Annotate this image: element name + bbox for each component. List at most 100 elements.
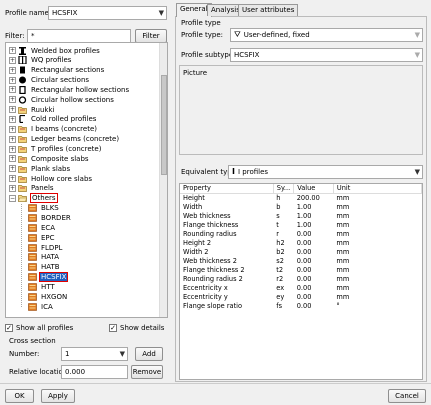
expand-icon[interactable]: + xyxy=(9,86,16,94)
profile-type-combo[interactable]: ⛛ User-defined, fixed ▼ xyxy=(230,28,423,42)
expand-icon[interactable]: + xyxy=(9,175,16,183)
tree-item-profile[interactable]: ICA xyxy=(28,302,54,311)
remove-button[interactable]: Remove xyxy=(131,365,163,379)
value-cell[interactable]: 1.00 xyxy=(294,212,334,221)
value-cell[interactable]: 1.00 xyxy=(294,221,334,230)
chevron-down-icon[interactable]: ▼ xyxy=(415,49,420,61)
value-cell[interactable]: 0.00 xyxy=(294,284,334,293)
value-cell[interactable]: 0.00 xyxy=(294,248,334,257)
relative-location-input[interactable]: 0.000 xyxy=(61,365,128,379)
value-cell[interactable]: 0.00 xyxy=(294,266,334,275)
tree-item-profile[interactable]: HTT xyxy=(28,282,56,291)
table-row[interactable]: Width 2 b2 0.00 mm xyxy=(180,248,422,257)
tree-item-category[interactable]: + Composite slabs xyxy=(9,154,90,163)
tree-item-profile[interactable]: HATA xyxy=(28,253,60,262)
filter-input[interactable]: * xyxy=(27,29,131,43)
collapse-icon[interactable]: − xyxy=(9,194,16,202)
table-row[interactable]: Height h 200.00 mm xyxy=(180,194,422,204)
tree-item-category[interactable]: + Plank slabs xyxy=(9,164,71,173)
add-button[interactable]: Add xyxy=(135,347,163,361)
expand-icon[interactable]: + xyxy=(9,125,16,133)
tree-item-profile[interactable]: FLDPL xyxy=(28,243,63,252)
tree-item-category[interactable]: + Rectangular sections xyxy=(9,66,105,75)
table-row[interactable]: Flange slope ratio fs 0.00 ° xyxy=(180,302,422,311)
expand-icon[interactable]: + xyxy=(9,115,16,123)
chevron-down-icon[interactable]: ▼ xyxy=(415,166,420,178)
expand-icon[interactable]: + xyxy=(9,47,16,54)
expand-icon[interactable]: + xyxy=(9,66,16,74)
tree-item-profile[interactable]: HXGON xyxy=(28,292,68,301)
equivalent-type-combo[interactable]: I I profiles ▼ xyxy=(228,165,423,179)
filter-button[interactable]: Filter xyxy=(135,29,167,43)
value-cell[interactable]: 0.00 xyxy=(294,302,334,311)
expand-icon[interactable]: + xyxy=(9,135,16,143)
expand-icon[interactable]: + xyxy=(9,155,16,163)
number-combo[interactable]: 1 ▼ xyxy=(61,347,128,361)
tree-item-category[interactable]: + Rectangular hollow sections xyxy=(9,85,130,94)
expand-icon[interactable]: + xyxy=(9,56,16,64)
table-row[interactable]: Height 2 h2 0.00 mm xyxy=(180,239,422,248)
value-cell[interactable]: 1.00 xyxy=(294,203,334,212)
column-header[interactable]: Sy... xyxy=(273,184,295,194)
expand-icon[interactable]: + xyxy=(9,145,16,153)
chevron-down-icon[interactable]: ▼ xyxy=(120,348,125,360)
tree-item-category[interactable]: + Ruukki xyxy=(9,105,55,114)
tree-item-category[interactable]: + Circular hollow sections xyxy=(9,95,115,104)
properties-table[interactable]: Property Sy... Value Unit Height h 200.00 mm Wi… xyxy=(179,183,423,380)
tree-item-category[interactable]: − Others xyxy=(9,193,58,204)
tree-item-profile[interactable]: HCSFIX xyxy=(28,272,69,283)
tree-item-category[interactable]: + I beams (concrete) xyxy=(9,125,98,134)
table-row[interactable]: Eccentricity x ex 0.00 mm xyxy=(180,284,422,293)
tree-item-profile[interactable]: BORDER xyxy=(28,213,72,222)
table-row[interactable]: Web thickness s 1.00 mm xyxy=(180,212,422,221)
value-cell[interactable]: 0.00 xyxy=(294,293,334,302)
table-row[interactable]: Web thickness 2 s2 0.00 mm xyxy=(180,257,422,266)
profile-name-combo[interactable]: HCSFIX ▼ xyxy=(48,6,167,20)
value-cell[interactable]: 0.00 xyxy=(294,275,334,284)
expand-icon[interactable]: + xyxy=(9,76,16,84)
ok-button[interactable]: OK xyxy=(5,389,34,403)
tree-item-category[interactable]: + Circular sections xyxy=(9,76,90,85)
tree-item-category[interactable]: + Welded box profiles xyxy=(9,46,101,55)
tree-item-profile[interactable]: HATB xyxy=(28,263,61,272)
tree-scrollbar-thumb[interactable] xyxy=(161,75,167,175)
show-all-profiles-checkbox[interactable]: ✓ xyxy=(5,324,13,332)
value-cell[interactable]: 0.00 xyxy=(294,239,334,248)
column-header[interactable]: Unit xyxy=(333,184,422,194)
expand-icon[interactable]: + xyxy=(9,96,16,104)
show-details-checkbox[interactable]: ✓ xyxy=(109,324,117,332)
tree-item-category[interactable]: + Cold rolled profiles xyxy=(9,115,97,124)
chevron-down-icon[interactable]: ▼ xyxy=(415,29,420,41)
tree-item-profile[interactable]: ECA xyxy=(28,223,56,232)
expand-icon[interactable]: + xyxy=(9,165,16,173)
tree-item-category[interactable]: + WQ profiles xyxy=(9,56,72,65)
table-row[interactable]: Rounding radius r 0.00 mm xyxy=(180,230,422,239)
cancel-button[interactable]: Cancel xyxy=(388,389,426,403)
column-header[interactable]: Property xyxy=(180,184,274,194)
tree-item-profile[interactable]: EPC xyxy=(28,233,56,242)
profile-tree[interactable]: + Welded box profiles + WQ profiles + Rectang… xyxy=(5,42,168,318)
tree-item-category[interactable]: + Panels xyxy=(9,184,55,193)
tree-scrollbar[interactable] xyxy=(159,43,167,317)
chevron-down-icon[interactable]: ▼ xyxy=(159,7,164,19)
expand-icon[interactable]: + xyxy=(9,184,16,192)
value-cell[interactable]: 0.00 xyxy=(294,230,334,239)
tab-user-attributes[interactable]: User attributes xyxy=(238,4,299,16)
table-row[interactable]: Flange thickness t 1.00 mm xyxy=(180,221,422,230)
tree-item-category[interactable]: + Hollow core slabs xyxy=(9,174,93,183)
show-all-profiles[interactable]: ✓ Show all profiles xyxy=(5,324,73,332)
table-row[interactable]: Eccentricity y ey 0.00 mm xyxy=(180,293,422,302)
tree-item-category[interactable]: + Ledger beams (concrete) xyxy=(9,135,120,144)
tree-item-profile[interactable]: BLKS xyxy=(28,204,60,213)
apply-button[interactable]: Apply xyxy=(41,389,75,403)
show-details[interactable]: ✓ Show details xyxy=(109,324,164,332)
table-row[interactable]: Rounding radius 2 r2 0.00 mm xyxy=(180,275,422,284)
value-cell[interactable]: 200.00 xyxy=(294,194,334,204)
value-cell[interactable]: 0.00 xyxy=(294,257,334,266)
table-row[interactable]: Width b 1.00 mm xyxy=(180,203,422,212)
tree-item-category[interactable]: + T profiles (concrete) xyxy=(9,145,102,154)
column-header[interactable]: Value xyxy=(293,184,334,194)
expand-icon[interactable]: + xyxy=(9,106,16,114)
profile-subtype-combo[interactable]: HCSFIX ▼ xyxy=(230,48,423,62)
table-row[interactable]: Flange thickness 2 t2 0.00 mm xyxy=(180,266,422,275)
